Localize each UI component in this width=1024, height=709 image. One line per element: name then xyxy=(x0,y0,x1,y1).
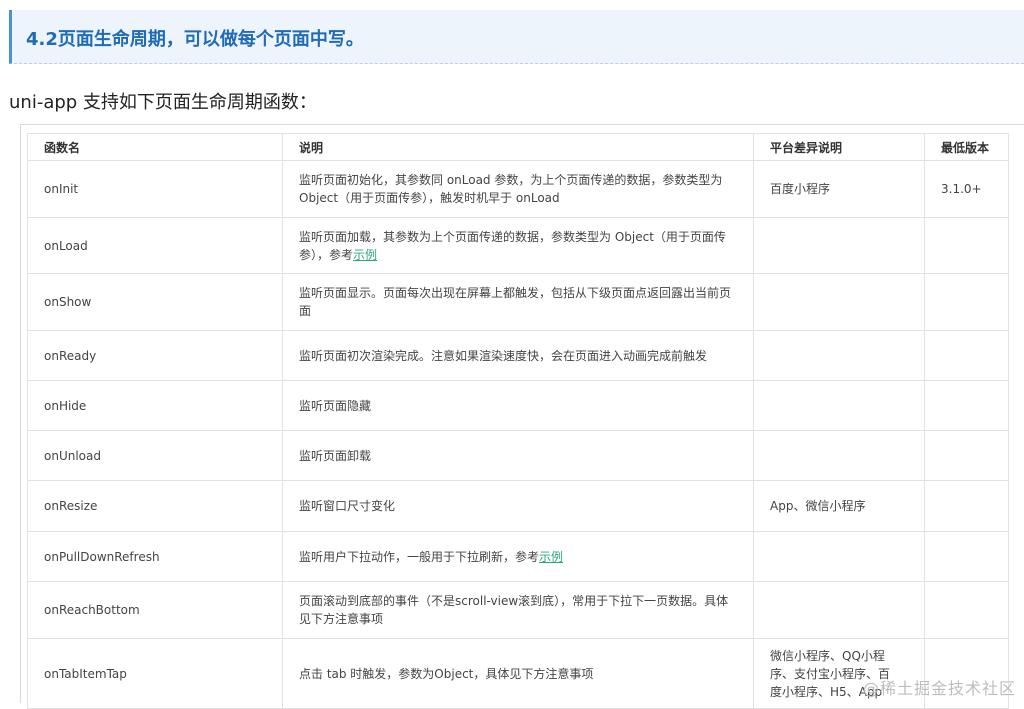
cell-description-text: 监听窗口尺寸变化 xyxy=(299,499,396,513)
cell-description: 监听页面初次渲染完成。注意如果渲染速度快，会在页面进入动画完成前触发 xyxy=(282,330,754,381)
cell-function-name-text: onLoad xyxy=(44,238,88,253)
cell-description: 点击 tab 时触发，参数为Object，具体见下方注意事项 xyxy=(282,638,754,709)
header-platform-notes: 平台差异说明 xyxy=(753,133,925,161)
table-row: onInit 监听页面初始化，其参数同 onLoad 参数，为上个页面传递的数据，… xyxy=(27,160,1009,218)
section-heading-text: 4.2页面生命周期，可以做每个页面中写。 xyxy=(26,29,364,50)
cell-platform-notes xyxy=(753,217,925,274)
cell-description-text: 监听页面初始化，其参数同 onLoad 参数，为上个页面传递的数据，参数类型为 … xyxy=(299,173,723,205)
cell-function-name-text: onResize xyxy=(44,499,98,513)
cell-platform-notes xyxy=(753,273,925,331)
cell-min-version: 3.1.0+ xyxy=(924,160,1009,218)
cell-platform-notes xyxy=(753,581,925,639)
header-description: 说明 xyxy=(282,133,754,161)
cell-description: 监听页面显示。页面每次出现在屏幕上都触发，包括从下级页面点返回露出当前页面 xyxy=(282,273,754,331)
cell-function-name-text: onHide xyxy=(44,398,87,413)
cell-function-name-text: onReady xyxy=(44,348,97,363)
cell-description-text: 监听页面显示。页面每次出现在屏幕上都触发，包括从下级页面点返回露出当前页面 xyxy=(299,286,732,318)
watermark: @稀土掘金技术社区 xyxy=(862,679,1016,698)
table-row: onPullDownRefresh 监听用户下拉动作，一般用于下拉刷新，参考示例 xyxy=(27,531,1009,582)
cell-function-name: onTabItemTap xyxy=(27,638,283,709)
cell-description: 监听页面加载，其参数为上个页面传递的数据，参数类型为 Object（用于页面传参… xyxy=(282,217,754,274)
lifecycle-table: 函数名 说明 平台差异说明 最低版本 onInit 监听页面初始化，其参数同 on… xyxy=(27,133,1009,709)
cell-min-version xyxy=(924,480,1009,532)
cell-function-name: onReachBottom xyxy=(27,581,283,639)
table-row: onShow 监听页面显示。页面每次出现在屏幕上都触发，包括从下级页面点返回露出当… xyxy=(27,273,1009,331)
cell-description: 监听窗口尺寸变化 xyxy=(282,480,754,532)
cell-min-version xyxy=(924,581,1009,639)
cell-description-text: 点击 tab 时触发，参数为Object，具体见下方注意事项 xyxy=(299,666,594,681)
cell-function-name-text: onUnload xyxy=(44,448,101,463)
cell-function-name-text: onInit xyxy=(44,182,79,196)
cell-function-name: onInit xyxy=(27,160,283,218)
table-row: onResize 监听窗口尺寸变化 App、微信小程序 xyxy=(27,480,1009,532)
table-row: onReachBottom 页面滚动到底部的事件（不是scroll-view滚到底… xyxy=(27,581,1009,639)
cell-function-name: onResize xyxy=(27,480,283,532)
cell-description-text: 监听用户下拉动作，一般用于下拉刷新，参考 xyxy=(299,549,540,564)
example-link[interactable]: 示例 xyxy=(539,550,563,564)
cell-function-name: onReady xyxy=(27,330,283,381)
cell-function-name-text: onShow xyxy=(44,295,92,309)
cell-function-name-text: onPullDownRefresh xyxy=(44,549,160,564)
table-row: onHide 监听页面隐藏 xyxy=(27,380,1009,431)
cell-min-version xyxy=(924,330,1009,381)
cell-platform-notes: 百度小程序 xyxy=(753,160,925,218)
cell-description: 监听页面初始化，其参数同 onLoad 参数，为上个页面传递的数据，参数类型为 … xyxy=(282,160,754,218)
cell-description: 监听用户下拉动作，一般用于下拉刷新，参考示例 xyxy=(282,531,754,582)
cell-platform-notes xyxy=(753,380,925,431)
section-heading: 4.2页面生命周期，可以做每个页面中写。 xyxy=(9,10,1024,64)
cell-platform-notes xyxy=(753,430,925,481)
cell-description-text: 页面滚动到底部的事件（不是scroll-view滚到底），常用于下拉下一页数据。… xyxy=(299,594,729,626)
cell-platform-notes xyxy=(753,531,925,582)
cell-min-version xyxy=(924,380,1009,431)
table-row: onTabItemTap 点击 tab 时触发，参数为Object，具体见下方注意… xyxy=(27,638,1009,709)
cell-description: 监听页面隐藏 xyxy=(282,380,754,431)
cell-description: 监听页面卸载 xyxy=(282,430,754,481)
cell-min-version xyxy=(924,273,1009,331)
cell-function-name-text: onReachBottom xyxy=(44,603,140,617)
cell-platform-notes: App、微信小程序 xyxy=(753,480,925,532)
cell-function-name: onPullDownRefresh xyxy=(27,531,283,582)
cell-platform-notes xyxy=(753,330,925,381)
table-row: onLoad 监听页面加载，其参数为上个页面传递的数据，参数类型为 Object（… xyxy=(27,217,1009,274)
example-link[interactable]: 示例 xyxy=(353,248,377,262)
cell-min-version xyxy=(924,217,1009,274)
cell-platform-notes-text: App、微信小程序 xyxy=(770,499,866,513)
cell-description-text: 监听页面隐藏 xyxy=(299,398,372,413)
header-function-name: 函数名 xyxy=(27,133,283,161)
cell-min-version xyxy=(924,531,1009,582)
cell-description-text: 监听页面卸载 xyxy=(299,448,372,463)
intro-text: uni-app 支持如下页面生命周期函数： xyxy=(9,92,317,113)
table-header-row: 函数名 说明 平台差异说明 最低版本 xyxy=(27,133,1009,161)
cell-description-text: 监听页面初次渲染完成。注意如果渲染速度快，会在页面进入动画完成前触发 xyxy=(299,348,708,363)
header-min-version: 最低版本 xyxy=(924,133,1009,161)
cell-min-version-text: 3.1.0+ xyxy=(941,182,982,196)
table-row: onUnload 监听页面卸载 xyxy=(27,430,1009,481)
cell-function-name-text: onTabItemTap xyxy=(44,666,127,681)
cell-function-name: onHide xyxy=(27,380,283,431)
cell-platform-notes-text: 百度小程序 xyxy=(770,182,831,196)
cell-min-version xyxy=(924,430,1009,481)
cell-description: 页面滚动到底部的事件（不是scroll-view滚到底），常用于下拉下一页数据。… xyxy=(282,581,754,639)
cell-function-name: onLoad xyxy=(27,217,283,274)
table-row: onReady 监听页面初次渲染完成。注意如果渲染速度快，会在页面进入动画完成前触… xyxy=(27,330,1009,381)
cell-function-name: onShow xyxy=(27,273,283,331)
cell-function-name: onUnload xyxy=(27,430,283,481)
